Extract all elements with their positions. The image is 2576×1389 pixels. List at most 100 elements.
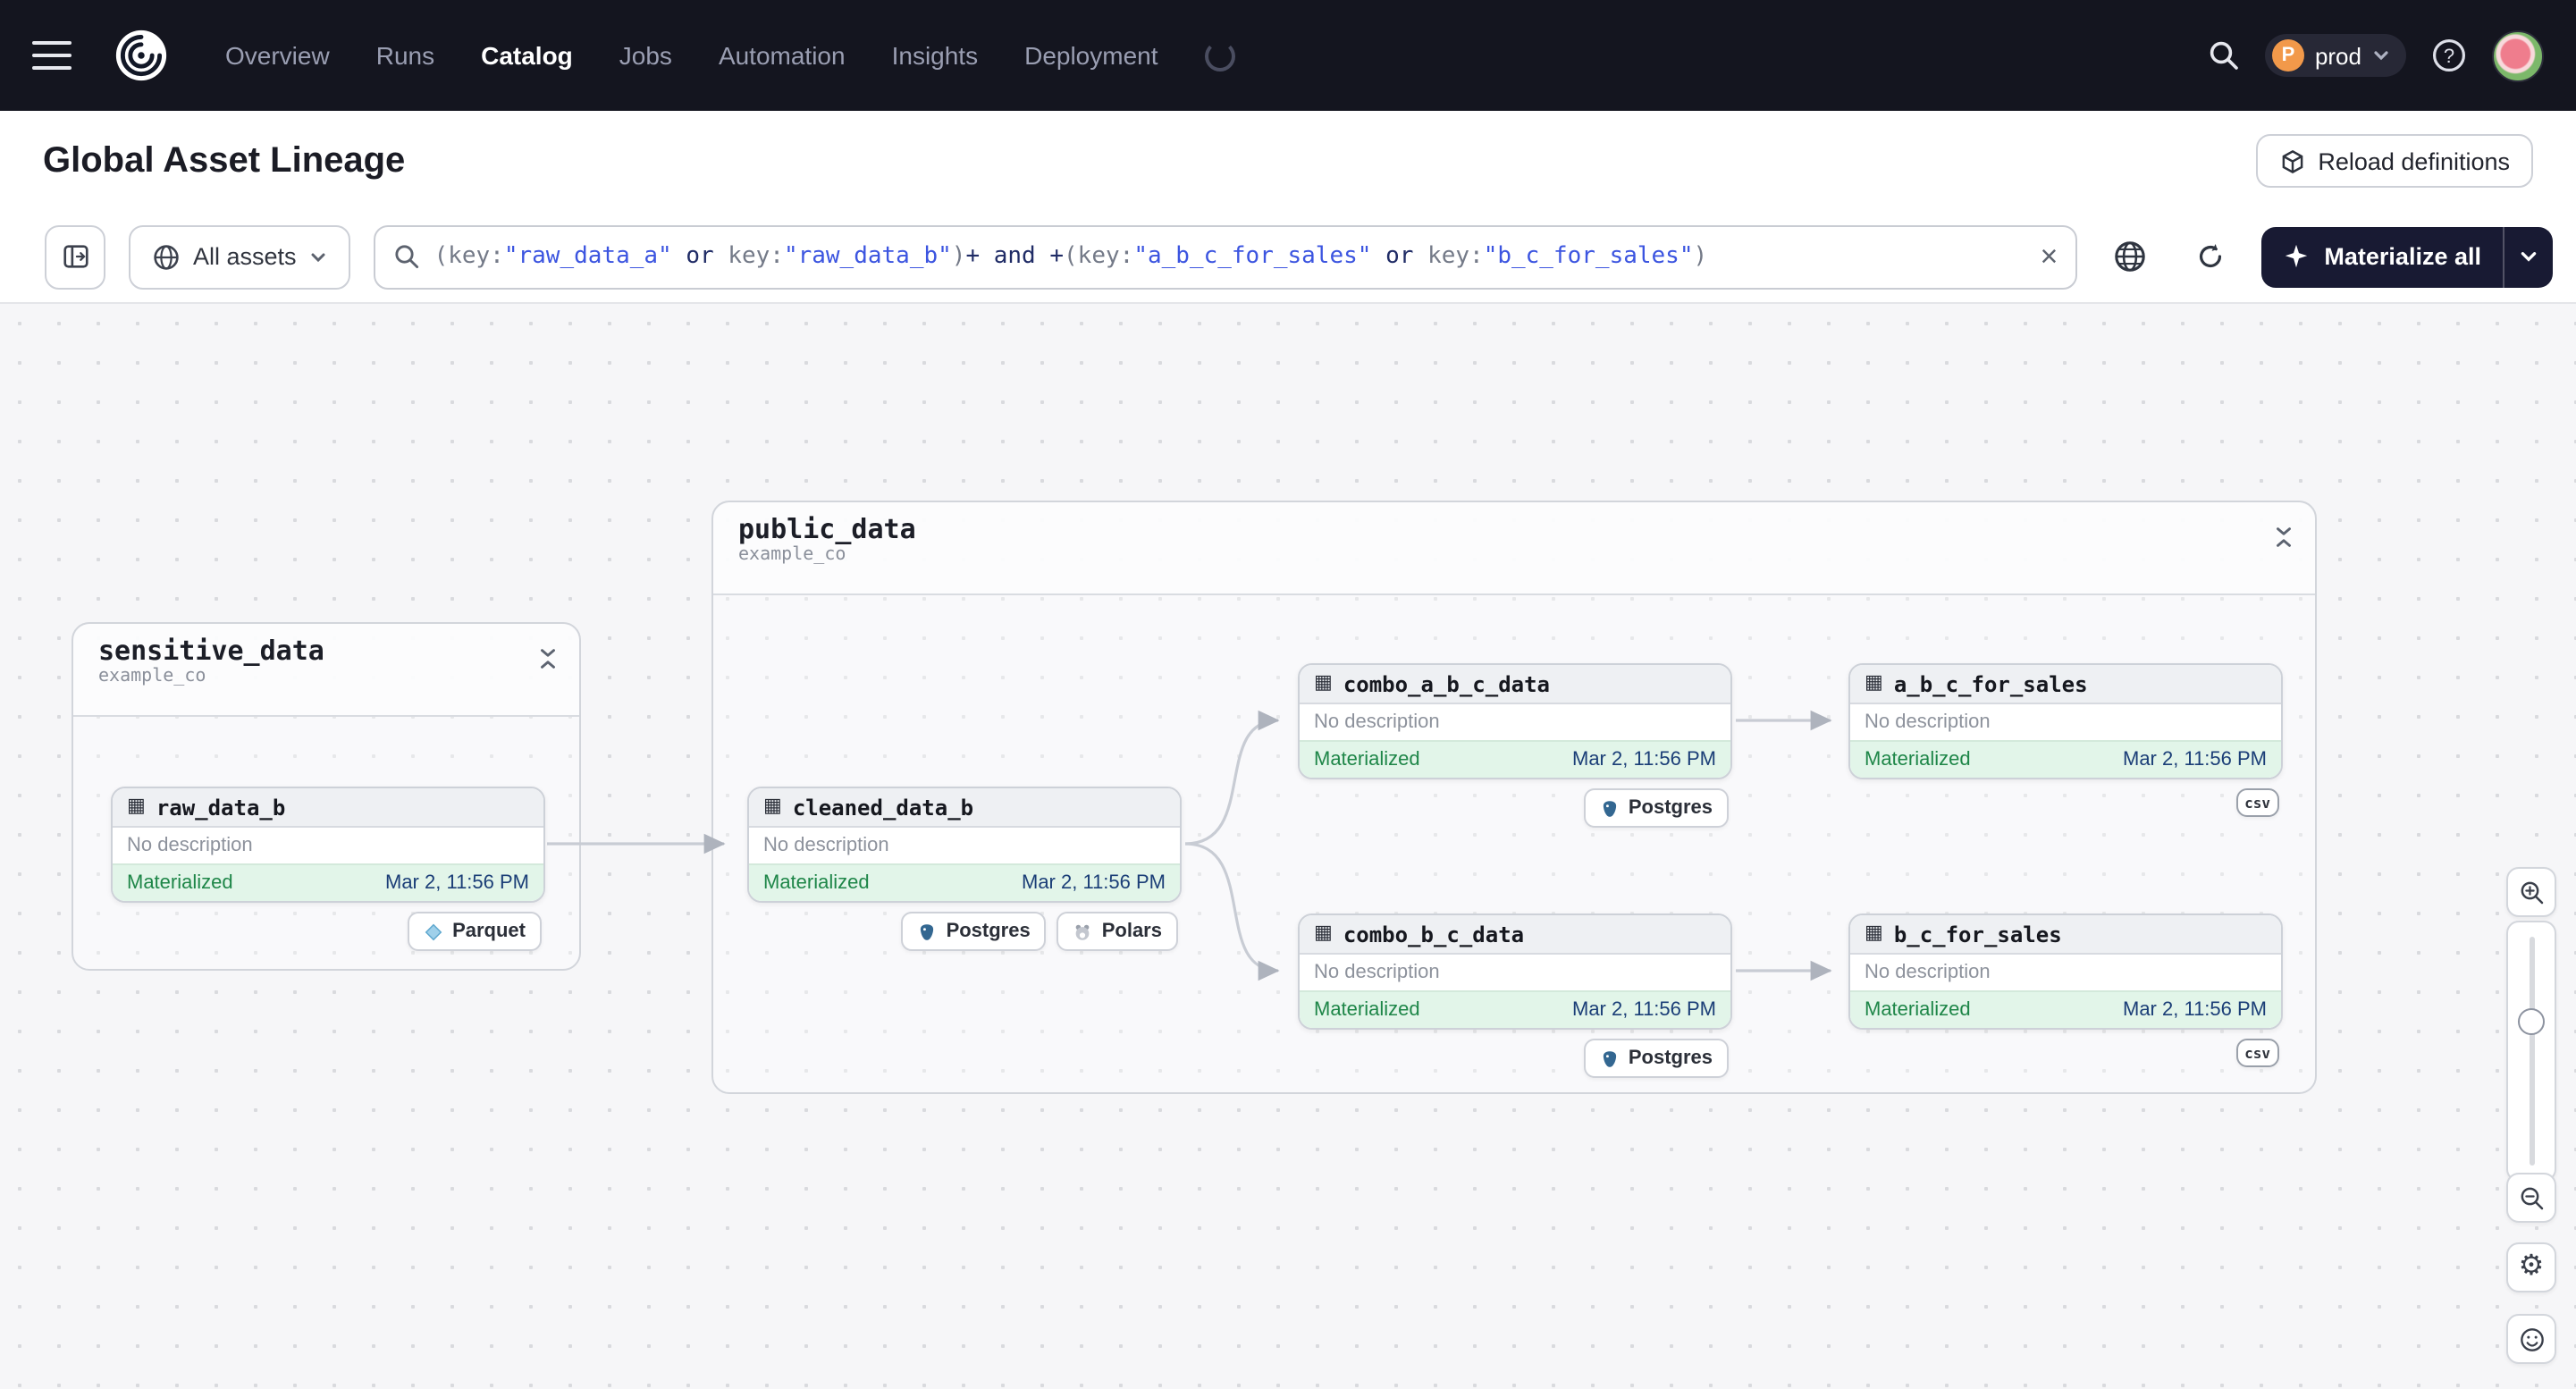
kind-tag-polars[interactable]: Polars [1056,912,1178,951]
graph-settings-button[interactable]: ⚙ [2506,1242,2556,1292]
deployment-switcher[interactable]: P prod [2264,34,2406,77]
asset-node-a-b-c-for-sales[interactable]: ▦ a_b_c_for_sales No description Materia… [1848,663,2283,779]
asset-scope-label: All assets [193,243,297,270]
asset-node-header[interactable]: ▦ combo_b_c_data [1300,915,1730,955]
kind-tag-postgres[interactable]: Postgres [1583,788,1729,828]
panel-open-icon [63,245,88,268]
asset-tags: Postgres [1583,788,1729,828]
clear-query-button[interactable]: × [2041,241,2058,272]
feedback-button[interactable] [2506,1314,2556,1364]
help-icon[interactable]: ? [2431,38,2467,73]
asset-name: cleaned_data_b [792,795,974,820]
hamburger-menu-icon[interactable] [32,41,72,70]
asset-description: No description [749,828,1180,863]
asset-status-row: Materialized Mar 2, 11:56 PM [113,863,543,901]
asset-tags: Parquet [408,912,542,951]
loading-spinner-icon [1204,40,1235,71]
refresh-icon [2199,243,2221,268]
asset-name: b_c_for_sales [1893,922,2062,947]
kind-tag-parquet[interactable]: Parquet [408,912,542,951]
search-icon[interactable] [2208,39,2240,72]
nav-item-runs[interactable]: Runs [376,41,434,70]
asset-node-cleaned-data-b[interactable]: ▦ cleaned_data_b No description Material… [747,787,1182,903]
materialize-all-button[interactable]: Materialize all [2261,226,2553,287]
deployment-name: prod [2314,42,2361,69]
graph-view-globe-button[interactable] [2100,226,2158,287]
polars-icon [1076,923,1090,939]
asset-name: raw_data_b [156,795,286,820]
materialized-label: Materialized [1865,749,1971,770]
asset-status-row: Materialized Mar 2, 11:56 PM [749,863,1180,901]
materialized-label: Materialized [763,872,870,894]
asset-tags: csv [2235,783,2279,817]
zoom-slider[interactable] [2506,921,2556,1182]
tag-label: Polars [1101,921,1162,942]
zoom-in-button[interactable] [2506,867,2556,917]
table-icon: ▦ [1865,672,1883,694]
asset-node-header[interactable]: ▦ raw_data_b [113,788,543,828]
materialize-sparkle-icon [2286,244,2308,268]
smiley-icon [2520,1327,2543,1351]
dagster-logo-icon[interactable] [114,29,168,82]
kind-tag-csv[interactable]: csv [2235,1039,2279,1067]
zoom-out-button[interactable] [2506,1173,2556,1223]
nav-item-insights[interactable]: Insights [892,41,979,70]
reload-definitions-label: Reload definitions [2318,147,2510,174]
code-location-icon [2282,148,2302,173]
materialization-timestamp[interactable]: Mar 2, 11:56 PM [1572,749,1716,770]
lineage-graph-canvas[interactable]: sensitive_data example_co public_data ex… [0,304,2576,1389]
asset-query-text[interactable]: (key:"raw_data_a" or key:"raw_data_b")+ … [434,243,2026,270]
postgres-icon [1603,1050,1616,1066]
asset-node-raw-data-b[interactable]: ▦ raw_data_b No description Materialized… [111,787,545,903]
asset-scope-dropdown[interactable]: All assets [129,224,350,289]
kind-tag-postgres[interactable]: Postgres [901,912,1047,951]
asset-node-combo-a-b-c-data[interactable]: ▦ combo_a_b_c_data No description Materi… [1298,663,1732,779]
asset-tags: Postgres Polars [901,912,1178,951]
reload-definitions-button[interactable]: Reload definitions [2255,134,2533,188]
asset-node-header[interactable]: ▦ cleaned_data_b [749,788,1180,828]
asset-name: a_b_c_for_sales [1893,671,2088,696]
materialize-options-button[interactable] [2503,226,2553,287]
nav-item-deployment[interactable]: Deployment [1024,41,1158,70]
materialization-timestamp[interactable]: Mar 2, 11:56 PM [2123,749,2267,770]
globe-icon [154,244,179,269]
nav-item-catalog[interactable]: Catalog [481,41,573,70]
chevron-down-icon [311,252,325,262]
nav-item-automation[interactable]: Automation [719,41,846,70]
user-avatar[interactable] [2492,29,2544,81]
gear-icon: ⚙ [2518,1251,2545,1282]
globe-icon [2114,241,2145,272]
asset-node-b-c-for-sales[interactable]: ▦ b_c_for_sales No description Materiali… [1848,913,2283,1030]
materialize-all-label: Materialize all [2324,243,2481,270]
postgres-icon [1603,800,1616,816]
asset-node-header[interactable]: ▦ a_b_c_for_sales [1850,665,2281,704]
asset-description: No description [1850,955,2281,990]
zoom-out-icon [2520,1186,2543,1209]
top-navbar: Overview Runs Catalog Jobs Automation In… [0,0,2576,111]
materialization-timestamp[interactable]: Mar 2, 11:56 PM [385,872,529,894]
toggle-sidebar-button[interactable] [45,224,105,289]
asset-description: No description [113,828,543,863]
asset-tags: csv [2235,1033,2279,1067]
materialize-all-main[interactable]: Materialize all [2261,243,2503,270]
nav-item-overview[interactable]: Overview [225,41,330,70]
page-header: Global Asset Lineage Reload definitions [0,111,2576,211]
refresh-button[interactable] [2181,226,2238,287]
asset-description: No description [1850,704,2281,740]
asset-node-combo-b-c-data[interactable]: ▦ combo_b_c_data No description Material… [1298,913,1732,1030]
asset-query-input[interactable]: (key:"raw_data_a" or key:"raw_data_b")+ … [373,224,2078,289]
kind-tag-postgres[interactable]: Postgres [1583,1039,1729,1078]
materialization-timestamp[interactable]: Mar 2, 11:56 PM [1572,999,1716,1021]
search-icon [394,245,418,269]
materialization-timestamp[interactable]: Mar 2, 11:56 PM [2123,999,2267,1021]
asset-name: combo_a_b_c_data [1343,671,1550,696]
zoom-slider-track[interactable] [2518,937,2545,1166]
asset-node-header[interactable]: ▦ b_c_for_sales [1850,915,2281,955]
kind-tag-csv[interactable]: csv [2235,788,2279,817]
zoom-slider-knob[interactable] [2518,1008,2545,1035]
nav-item-jobs[interactable]: Jobs [619,41,672,70]
materialization-timestamp[interactable]: Mar 2, 11:56 PM [1022,872,1166,894]
table-icon: ▦ [1865,922,1883,944]
table-icon: ▦ [127,796,146,817]
asset-node-header[interactable]: ▦ combo_a_b_c_data [1300,665,1730,704]
